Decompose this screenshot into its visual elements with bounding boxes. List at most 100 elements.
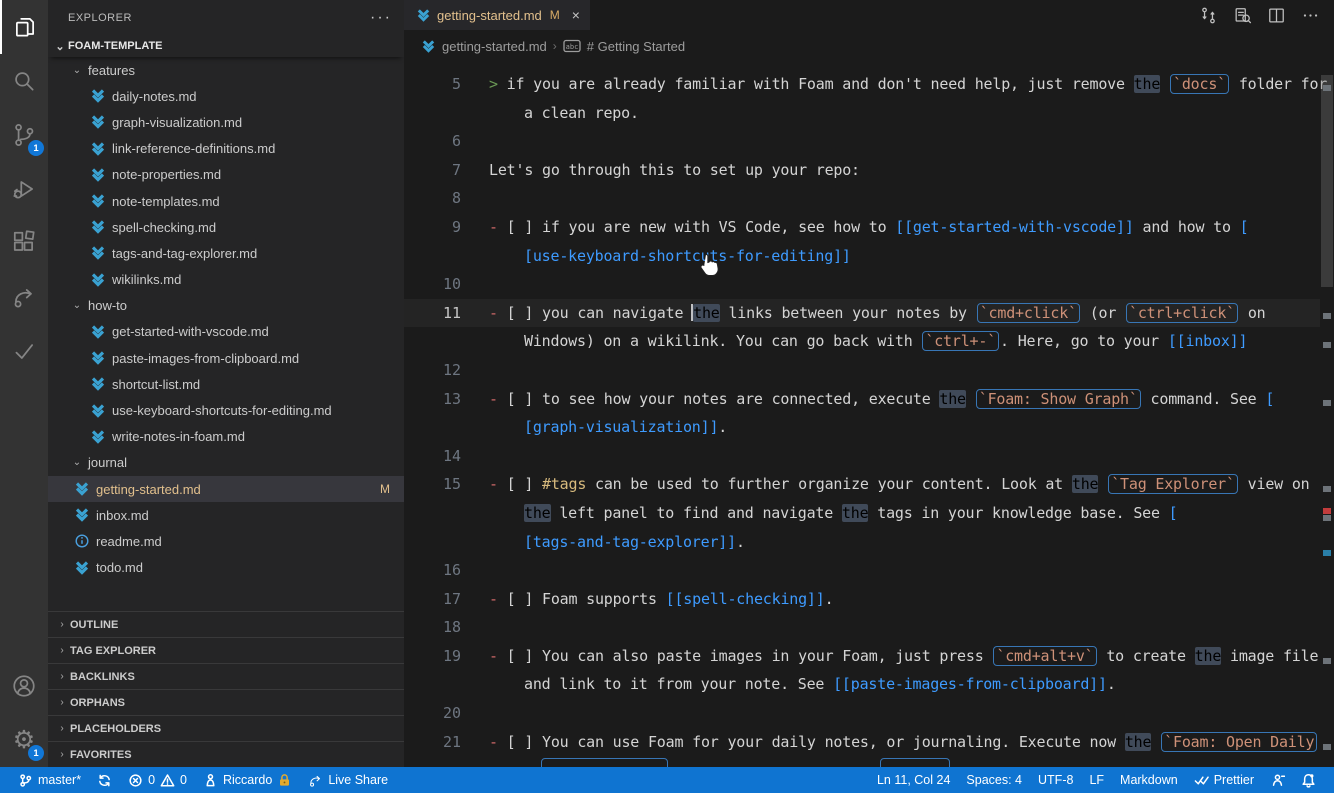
statusbar-item-problems[interactable]: 00 xyxy=(120,767,195,793)
activity-item-checks[interactable] xyxy=(0,324,48,378)
wikilink[interactable]: [[spell-checking]] xyxy=(666,590,825,608)
code-wrap-row: Windows) on a wikilink. You can go back … xyxy=(404,327,1320,356)
tree-item-features[interactable]: ⌄features xyxy=(48,57,404,83)
tree-item-spell-checking-md[interactable]: spell-checking.md xyxy=(48,214,404,240)
more-actions-icon[interactable]: ··· xyxy=(370,9,392,27)
panel-favorites[interactable]: ›FAVORITES xyxy=(48,741,404,767)
tab-getting-started[interactable]: getting-started.md M × xyxy=(404,0,590,30)
tree-item-wikilinks-md[interactable]: wikilinks.md xyxy=(48,267,404,293)
open-preview-icon[interactable] xyxy=(1230,3,1254,27)
wikilink[interactable]: [ xyxy=(1265,390,1274,408)
statusbar-label: master* xyxy=(38,773,81,787)
lock-icon xyxy=(277,773,292,788)
close-icon[interactable]: × xyxy=(572,7,580,23)
wikilink[interactable]: [use-keyboard-shortcuts-for-editing]] xyxy=(524,247,851,265)
statusbar-item-language-mode[interactable]: Markdown xyxy=(1112,767,1186,793)
statusbar-item-feedback[interactable] xyxy=(1262,767,1293,793)
activity-item-account[interactable] xyxy=(0,659,48,713)
code-text: the xyxy=(693,304,720,322)
code-text xyxy=(1160,75,1169,93)
wikilink[interactable]: [ xyxy=(1169,504,1178,522)
warning-icon xyxy=(160,773,175,788)
tree-item-daily-notes-md[interactable]: daily-notes.md xyxy=(48,83,404,109)
tree-item-tags-and-tag-explorer-md[interactable]: tags-and-tag-explorer.md xyxy=(48,240,404,266)
statusbar-item-eol[interactable]: LF xyxy=(1081,767,1112,793)
panel-orphans[interactable]: ›ORPHANS xyxy=(48,689,404,715)
activity-item-search[interactable] xyxy=(0,54,48,108)
share-icon xyxy=(11,284,37,310)
activity-item-live-share[interactable] xyxy=(0,270,48,324)
code-text: [ ] You can use Foam for your daily note… xyxy=(507,733,1125,751)
breadcrumb-separator: › xyxy=(553,39,557,53)
tree-item-label: write-notes-in-foam.md xyxy=(112,429,245,444)
tree-item-paste-images-from-clipboard-md[interactable]: paste-images-from-clipboard.md xyxy=(48,345,404,371)
tree-item-readme-md[interactable]: readme.md xyxy=(48,528,404,554)
scrollbar-slider[interactable] xyxy=(1321,75,1333,287)
statusbar-item-sync[interactable] xyxy=(89,767,120,793)
editor-pane[interactable]: 5> if you are already familiar with Foam… xyxy=(404,62,1334,767)
breadcrumb: getting-started.md › abc # Getting Start… xyxy=(404,30,1334,62)
activity-item-run-debug[interactable] xyxy=(0,162,48,216)
files-icon xyxy=(12,14,38,40)
wikilink[interactable]: [[inbox]] xyxy=(1168,332,1247,350)
statusbar-item-cursor-position[interactable]: Ln 11, Col 24 xyxy=(869,767,958,793)
open-changes-icon[interactable] xyxy=(1196,3,1220,27)
tree-item-graph-visualization-md[interactable]: graph-visualization.md xyxy=(48,109,404,135)
wikilink[interactable]: [ xyxy=(1240,218,1249,236)
tree-item-how-to[interactable]: ⌄how-to xyxy=(48,293,404,319)
sync-icon xyxy=(97,773,112,788)
split-editor-icon[interactable] xyxy=(1264,3,1288,27)
tree-item-journal[interactable]: ⌄journal xyxy=(48,450,404,476)
tree-item-link-reference-definitions-md[interactable]: link-reference-definitions.md xyxy=(48,136,404,162)
activity-item-explorer[interactable] xyxy=(0,0,48,54)
activity-item-source-control[interactable]: 1 xyxy=(0,108,48,162)
error-icon xyxy=(128,773,143,788)
editor-scrollbar[interactable] xyxy=(1320,62,1334,767)
statusbar-item-notifications[interactable] xyxy=(1293,767,1324,793)
statusbar-label: Live Share xyxy=(328,773,388,787)
statusbar-label: Spaces: 4 xyxy=(966,773,1022,787)
tree-item-use-keyboard-shortcuts-for-editing-md[interactable]: use-keyboard-shortcuts-for-editing.md xyxy=(48,397,404,423)
panel-backlinks[interactable]: ›BACKLINKS xyxy=(48,663,404,689)
tree-item-note-templates-md[interactable]: note-templates.md xyxy=(48,188,404,214)
tree-item-note-properties-md[interactable]: note-properties.md xyxy=(48,162,404,188)
tree-item-label: daily-notes.md xyxy=(112,89,197,104)
statusbar-label: Ln 11, Col 24 xyxy=(877,773,950,787)
tree-item-todo-md[interactable]: todo.md xyxy=(48,555,404,581)
line-number: 9 xyxy=(404,213,461,242)
panel-outline[interactable]: ›OUTLINE xyxy=(48,611,404,637)
tree-item-label: link-reference-definitions.md xyxy=(112,141,275,156)
wikilink[interactable]: [[paste-images-from-clipboard]] xyxy=(833,675,1107,693)
wikilink[interactable]: [tags-and-tag-explorer]] xyxy=(524,533,736,551)
activity-item-settings[interactable]: ⚙1 xyxy=(0,713,48,767)
tree-item-write-notes-in-foam-md[interactable]: write-notes-in-foam.md xyxy=(48,424,404,450)
statusbar-item-branch[interactable]: master* xyxy=(10,767,89,793)
tree-item-getting-started-md[interactable]: getting-started.mdM xyxy=(48,476,404,502)
statusbar-item-live-share[interactable]: Live Share xyxy=(300,767,396,793)
workspace-root-row[interactable]: ⌄ FOAM-TEMPLATE xyxy=(48,35,404,57)
tree-item-inbox-md[interactable]: inbox.md xyxy=(48,502,404,528)
statusbar-item-encoding[interactable]: UTF-8 xyxy=(1030,767,1081,793)
panel-label: ORPHANS xyxy=(70,697,125,709)
foam-file-icon xyxy=(90,167,106,183)
statusbar-item-prettier[interactable]: Prettier xyxy=(1186,767,1262,793)
breadcrumb-symbol[interactable]: # Getting Started xyxy=(587,39,685,54)
code-text: - xyxy=(489,647,507,665)
activity-item-extensions[interactable] xyxy=(0,216,48,270)
statusbar-item-liveshare-user[interactable]: Riccardo xyxy=(195,767,300,793)
code-text: image file xyxy=(1221,647,1318,665)
foam-file-icon xyxy=(90,114,106,130)
wikilink[interactable]: [graph-visualization]] xyxy=(524,418,718,436)
statusbar-item-indentation[interactable]: Spaces: 4 xyxy=(958,767,1030,793)
code-wrap-row: [tags-and-tag-explorer]]. xyxy=(404,528,1320,557)
statusbar-label: UTF-8 xyxy=(1038,773,1073,787)
breadcrumb-file[interactable]: getting-started.md xyxy=(442,39,547,54)
tree-item-shortcut-list-md[interactable]: shortcut-list.md xyxy=(48,371,404,397)
more-actions-icon[interactable] xyxy=(1298,3,1322,27)
panel-placeholders[interactable]: ›PLACEHOLDERS xyxy=(48,715,404,741)
tree-item-get-started-with-vscode-md[interactable]: get-started-with-vscode.md xyxy=(48,319,404,345)
code-text: a clean repo. xyxy=(524,104,639,122)
account-icon xyxy=(11,673,37,699)
wikilink[interactable]: [[get-started-with-vscode]] xyxy=(895,218,1133,236)
panel-tag-explorer[interactable]: ›TAG EXPLORER xyxy=(48,637,404,663)
